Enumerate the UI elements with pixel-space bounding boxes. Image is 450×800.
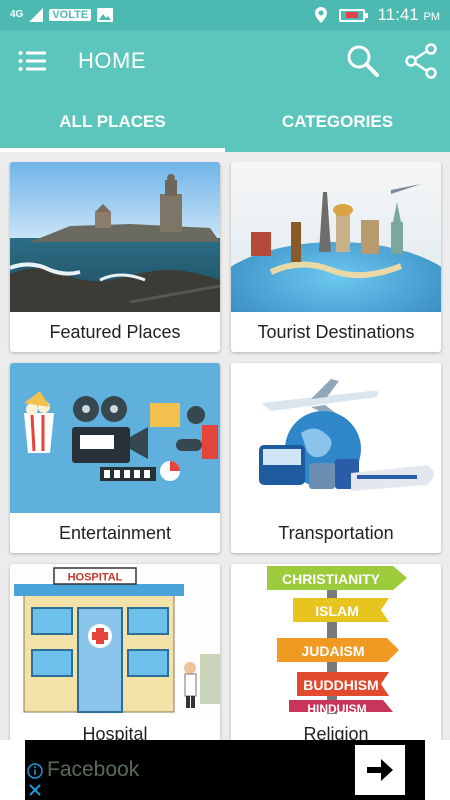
page-title: HOME	[78, 48, 146, 73]
share-icon	[405, 43, 437, 79]
tab-categories[interactable]: CATEGORIES	[225, 92, 450, 152]
sign-text: BUDDHISM	[303, 677, 378, 693]
card-label: Transportation	[278, 522, 394, 543]
card-label: Religion	[303, 723, 369, 741]
tab-all-places[interactable]: ALL PLACES	[0, 92, 225, 152]
clock: 11:41 PM	[377, 5, 440, 24]
search-icon	[347, 45, 379, 77]
ad-text: Facebook	[47, 758, 140, 781]
sign-text: JUDAISM	[301, 643, 364, 659]
gallery-icon	[97, 8, 114, 22]
card-label: Hospital	[82, 723, 148, 741]
list-menu-icon	[18, 51, 46, 71]
ad-open-button[interactable]	[355, 745, 405, 795]
card-transportation[interactable]: Transportation	[231, 363, 441, 553]
ad-banner: Facebook	[0, 740, 450, 800]
card-religion[interactable]: CHRISTIANITY ISLAM JUDAISM BUDDHISM HIND…	[231, 564, 441, 740]
religion-signpost-image: CHRISTIANITY ISLAM JUDAISM BUDDHISM HIND…	[231, 564, 441, 714]
network-type: 4G	[10, 9, 24, 20]
hospital-sign: HOSPITAL	[68, 572, 123, 584]
hospital-building-image: HOSPITAL	[10, 564, 220, 714]
menu-button[interactable]	[0, 30, 64, 92]
app-bar: HOME	[0, 30, 450, 92]
transport-image	[231, 363, 441, 513]
volte-badge: VOLTE	[49, 9, 92, 21]
card-label: Tourist Destinations	[257, 321, 415, 342]
share-button[interactable]	[392, 30, 450, 92]
coastal-monument-image	[10, 162, 220, 312]
arrow-right-icon	[367, 759, 393, 781]
tab-bar: ALL PLACES CATEGORIES	[0, 92, 450, 152]
card-tourist-destinations[interactable]: Tourist Destinations	[231, 162, 441, 352]
sign-text: HINDUISM	[307, 702, 366, 714]
ad-content[interactable]: Facebook	[25, 740, 425, 800]
card-label: Featured Places	[49, 321, 181, 342]
sign-text: ISLAM	[315, 603, 359, 619]
world-landmarks-image	[231, 162, 441, 312]
close-icon[interactable]	[28, 783, 42, 797]
card-hospital[interactable]: HOSPITAL Hospital	[10, 564, 220, 740]
location-icon	[315, 7, 328, 23]
battery-icon	[339, 8, 369, 22]
signal-icon	[29, 8, 44, 22]
info-icon[interactable]	[27, 763, 43, 779]
card-label: Entertainment	[58, 522, 172, 543]
status-bar: 4G VOLTE 11:41 PM	[0, 0, 450, 30]
sign-text: CHRISTIANITY	[282, 571, 381, 587]
card-featured-places[interactable]: Featured Places	[10, 162, 220, 352]
search-button[interactable]	[334, 30, 392, 92]
cinema-icons-image	[10, 363, 220, 513]
card-entertainment[interactable]: Entertainment	[10, 363, 220, 553]
category-grid: Featured Places Tourist Destinations Ent…	[0, 162, 450, 740]
